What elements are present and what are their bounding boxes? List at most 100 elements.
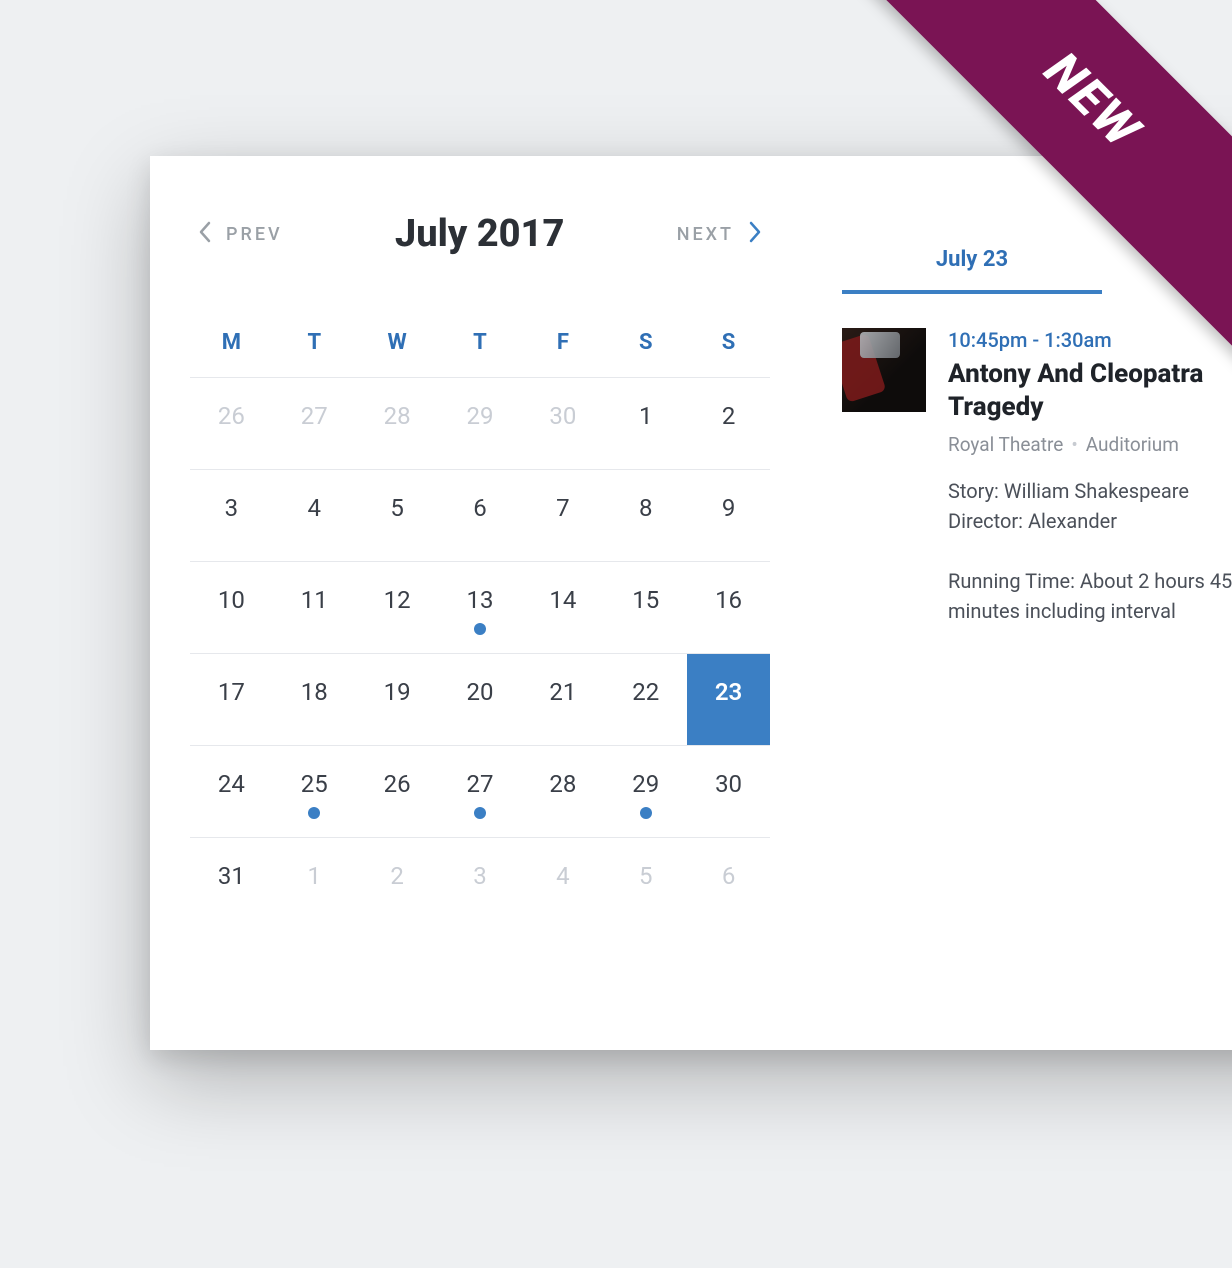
calendar-day[interactable]: 2 [687,378,770,470]
event-meta: Royal Theatre•Auditorium [948,433,1232,456]
calendar-day[interactable]: 4 [273,470,356,562]
calendar-day[interactable]: 1 [604,378,687,470]
calendar-day[interactable]: 4 [521,838,604,930]
calendar-day[interactable]: 28 [521,746,604,838]
calendar-day[interactable]: 16 [687,562,770,654]
weekday-header: T [273,312,356,378]
day-number: 31 [218,862,245,890]
calendar-day[interactable]: 20 [439,654,522,746]
day-number: 30 [549,402,576,430]
calendar-day[interactable]: 27 [439,746,522,838]
event-dot-icon [640,807,652,819]
day-number: 27 [467,770,494,798]
calendar-day[interactable]: 3 [439,838,522,930]
day-number: 6 [473,494,487,522]
day-number: 8 [639,494,653,522]
day-number: 28 [384,402,411,430]
day-number: 27 [301,402,328,430]
calendar-day[interactable]: 19 [356,654,439,746]
weekday-row: MTWTFSS [190,312,770,378]
day-number: 29 [467,402,494,430]
calendar-day[interactable]: 5 [604,838,687,930]
calendar-day[interactable]: 14 [521,562,604,654]
calendar-day[interactable]: 26 [190,378,273,470]
day-number: 26 [384,770,411,798]
day-number: 25 [301,770,328,798]
event-title: Antony And Cleopatra Tragedy [948,358,1232,423]
event-dot-icon [474,807,486,819]
day-number: 14 [549,586,576,614]
calendar-day[interactable]: 30 [521,378,604,470]
calendar-day[interactable]: 15 [604,562,687,654]
day-number: 9 [722,494,736,522]
weekday-header: M [190,312,273,378]
event-dot-icon [474,623,486,635]
day-number: 10 [218,586,245,614]
day-number: 16 [715,586,742,614]
calendar-day[interactable]: 30 [687,746,770,838]
day-number: 4 [556,862,570,890]
calendar-day[interactable]: 12 [356,562,439,654]
calendar-day[interactable]: 17 [190,654,273,746]
event-item[interactable]: 10:45pm - 1:30am Antony And Cleopatra Tr… [842,328,1232,626]
day-number: 3 [225,494,239,522]
day-number: 4 [308,494,322,522]
event-dot-icon [308,807,320,819]
calendar-day[interactable]: 1 [273,838,356,930]
calendar-day[interactable]: 2 [356,838,439,930]
weekday-header: W [356,312,439,378]
calendar-day[interactable]: 5 [356,470,439,562]
calendar-day[interactable]: 7 [521,470,604,562]
calendar-day[interactable]: 18 [273,654,356,746]
prev-month-button[interactable]: PREV [198,221,283,248]
day-number: 29 [632,770,659,798]
calendar-day[interactable]: 29 [439,378,522,470]
calendar-day-selected[interactable]: 23 [687,654,770,746]
calendar-day[interactable]: 25 [273,746,356,838]
calendar-day[interactable]: 9 [687,470,770,562]
day-number: 5 [639,862,653,890]
day-number: 2 [390,862,404,890]
panel-selected-date: July 23 [842,247,1102,294]
calendar-day[interactable]: 24 [190,746,273,838]
day-grid: 2627282930123456789101112131415161718192… [190,378,770,930]
calendar-day[interactable]: 29 [604,746,687,838]
calendar-day[interactable]: 11 [273,562,356,654]
prev-label: PREV [226,224,283,245]
calendar-day[interactable]: 28 [356,378,439,470]
calendar-day[interactable]: 21 [521,654,604,746]
weekday-header: F [521,312,604,378]
calendar-day[interactable]: 26 [356,746,439,838]
event-body: 10:45pm - 1:30am Antony And Cleopatra Tr… [948,328,1232,626]
day-number: 18 [301,678,328,706]
event-time: 10:45pm - 1:30am [948,328,1232,352]
calendar-card: PREV July 2017 NEXT MTWTFSS 262728293012… [150,156,1232,1050]
calendar-day[interactable]: 6 [687,838,770,930]
calendar-day[interactable]: 13 [439,562,522,654]
weekday-header: S [687,312,770,378]
day-number: 11 [301,586,328,614]
weekday-header: S [604,312,687,378]
next-month-button[interactable]: NEXT [677,221,762,248]
day-number: 24 [218,770,245,798]
event-credits: Story: William Shakespeare Director: Ale… [948,476,1232,536]
calendar-title: July 2017 [395,212,564,256]
calendar-day[interactable]: 22 [604,654,687,746]
calendar-day[interactable]: 27 [273,378,356,470]
day-number: 22 [632,678,659,706]
weekday-header: T [439,312,522,378]
day-number: 13 [467,586,494,614]
event-running-time: Running Time: About 2 hours 45 minutes i… [948,566,1232,626]
calendar-day[interactable]: 6 [439,470,522,562]
day-number: 15 [632,586,659,614]
event-thumbnail [842,328,926,412]
calendar-day[interactable]: 8 [604,470,687,562]
day-number: 17 [218,678,245,706]
chevron-left-icon [198,221,212,248]
day-number: 28 [549,770,576,798]
day-number: 19 [384,678,411,706]
calendar-day[interactable]: 10 [190,562,273,654]
day-number: 1 [639,402,653,430]
calendar-day[interactable]: 31 [190,838,273,930]
calendar-day[interactable]: 3 [190,470,273,562]
